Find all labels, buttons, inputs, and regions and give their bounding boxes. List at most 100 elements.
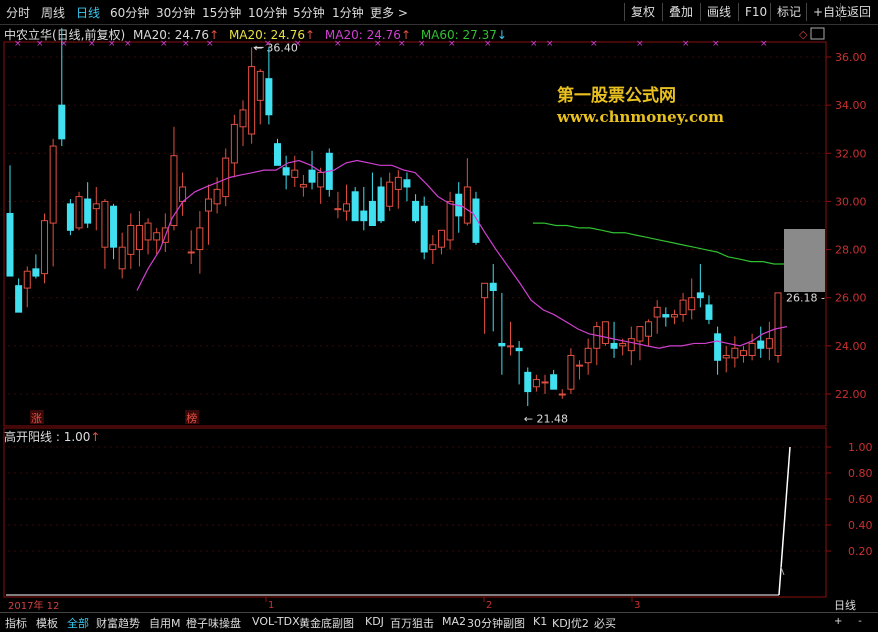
tab-must-buy[interactable]: 必买 — [594, 615, 616, 631]
price-highlight-block — [784, 229, 825, 292]
candle-body-up — [119, 247, 125, 269]
candle-body-up — [646, 322, 652, 336]
candle-body-up — [482, 283, 488, 297]
candle-body-down — [59, 105, 65, 139]
candle-body-up — [585, 348, 591, 362]
candle-body-up — [637, 327, 643, 341]
sub-y-tick-label: 0.20 — [848, 545, 873, 558]
candle-body-up — [136, 226, 142, 250]
tab-indicator[interactable]: 指标 — [5, 615, 27, 631]
zoom-out-button[interactable]: - — [858, 616, 862, 627]
candle-body-up — [292, 170, 298, 177]
signal-x-marker: × — [590, 39, 598, 49]
tab-k1[interactable]: K1 — [533, 615, 547, 628]
sub-y-tick-label: 0.40 — [848, 519, 873, 532]
sub-y-tick-label: 0.60 — [848, 493, 873, 506]
signal-x-marker: × — [682, 39, 690, 49]
tab-wealth-trend[interactable]: 财富趋势 — [96, 615, 140, 631]
candle-body-down — [275, 144, 281, 166]
signal-x-marker: × — [374, 39, 382, 49]
tab-golden-bottom[interactable]: 黄金底副图 — [299, 615, 354, 631]
candle-body-down — [413, 201, 419, 220]
signal-x-marker: × — [530, 39, 538, 49]
signal-x-marker: × — [108, 39, 116, 49]
y-tick-label: 34.00 — [835, 99, 867, 112]
month-label: 1 — [268, 600, 274, 611]
candle-body-down — [404, 180, 410, 187]
y-tick-label: 26.00 — [835, 292, 867, 305]
y-tick-label: 22.00 — [835, 388, 867, 401]
signal-x-marker: × — [418, 39, 426, 49]
tab-ma2[interactable]: MA2 — [442, 615, 466, 628]
candle-body-up — [559, 394, 565, 395]
y-tick-label: 28.00 — [835, 244, 867, 257]
candle-body-up — [680, 300, 686, 314]
tab-template[interactable]: 模板 — [36, 615, 58, 631]
zoom-controls: + - 0 — [834, 616, 878, 627]
ma60-line — [533, 223, 787, 264]
zoom-in-button[interactable]: + — [834, 616, 842, 627]
signal-x-marker: × — [60, 39, 68, 49]
signal-x-marker: × — [14, 39, 22, 49]
tab-million-sniper[interactable]: 百万狙击 — [390, 615, 434, 631]
tab-orange-trading[interactable]: 橙子味操盘 — [186, 615, 241, 631]
diamond-icon: ◇ — [799, 28, 808, 41]
candle-body-up — [732, 348, 738, 358]
candle-body-down — [663, 315, 669, 317]
candle-body-down — [611, 343, 617, 348]
signal-x-marker: × — [448, 39, 456, 49]
candle-body-down — [421, 206, 427, 252]
candle-body-up — [145, 223, 151, 240]
candle-body-up — [344, 204, 350, 211]
period-indicator: 日线 — [834, 597, 856, 613]
sub-y-tick-label: 0.80 — [848, 467, 873, 480]
candle-body-up — [42, 221, 48, 274]
tab-all[interactable]: 全部 — [67, 615, 89, 631]
candle-body-down — [490, 283, 496, 290]
tab-custom-m[interactable]: 自用M — [149, 615, 181, 631]
candle-body-up — [318, 173, 324, 187]
signal-x-marker: × — [636, 39, 644, 49]
month-label: 3 — [634, 600, 640, 611]
candle-body-down — [525, 372, 531, 391]
tab-kdj-opt2[interactable]: KDJ优2 — [552, 615, 589, 631]
tab-kdj[interactable]: KDJ — [365, 615, 384, 628]
tab-30min-sub[interactable]: 30分钟副图 — [467, 615, 525, 631]
candle-body-down — [111, 206, 117, 247]
candle-body-up — [438, 230, 444, 247]
candle-body-up — [620, 343, 626, 345]
main-panel-frame — [4, 42, 826, 426]
sub-indicator-header: 高开阳线 : 1.00↑ — [4, 428, 100, 445]
candle-body-up — [93, 204, 99, 209]
tab-vol-tdx[interactable]: VOL-TDX — [252, 615, 300, 628]
candle-body-down — [7, 213, 13, 276]
signal-x-marker: × — [398, 39, 406, 49]
candle-body-up — [766, 339, 772, 349]
y-tick-label: 30.00 — [835, 195, 867, 208]
marker-label: 榜 — [186, 411, 197, 425]
candle-body-up — [24, 271, 30, 288]
watermark-url: www.chnmoney.com — [557, 108, 724, 126]
candle-body-up — [628, 339, 634, 351]
signal-x-marker: × — [712, 39, 720, 49]
signal-x-marker: × — [264, 39, 272, 49]
signal-x-marker: × — [36, 39, 44, 49]
candle-body-up — [689, 298, 695, 310]
high-price-label: ← 36.40 — [254, 41, 298, 54]
candle-body-up — [214, 189, 220, 203]
signal-x-marker: × — [124, 39, 132, 49]
candlestick-chart[interactable]: 22.0024.0026.0028.0030.0032.0034.0036.00… — [0, 0, 878, 631]
candle-body-down — [361, 211, 367, 221]
candle-body-down — [499, 343, 505, 345]
candle-body-down — [378, 187, 384, 221]
candle-body-down — [551, 375, 557, 389]
candle-body-up — [257, 71, 263, 100]
signal-x-marker: × — [206, 39, 214, 49]
candle-body-down — [369, 201, 375, 225]
candle-body-up — [395, 177, 401, 189]
candle-body-up — [154, 233, 160, 240]
signal-x-marker: × — [88, 39, 96, 49]
candle-body-up — [387, 182, 393, 206]
signal-x-marker: × — [484, 39, 492, 49]
candle-body-up — [76, 197, 82, 228]
